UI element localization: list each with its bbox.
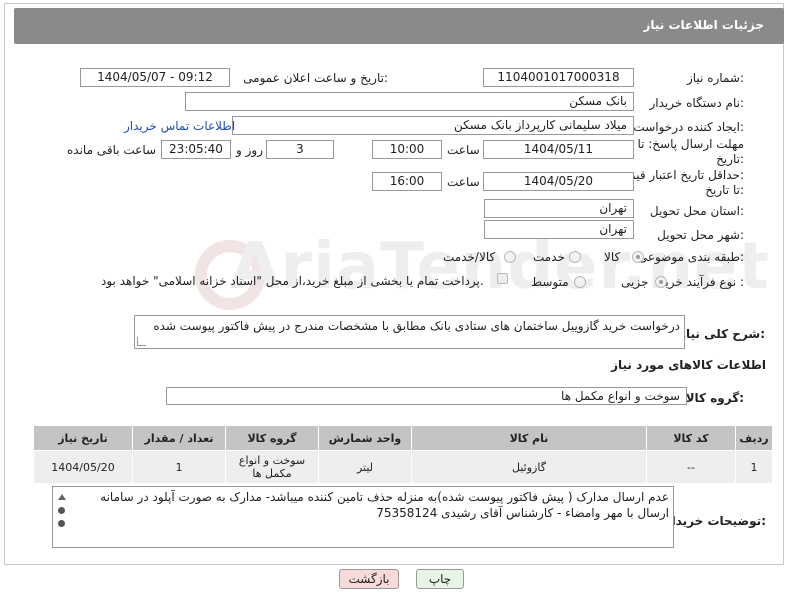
cell-unit: لیتر: [318, 450, 412, 484]
cell-name: گازوئیل: [411, 450, 647, 484]
validity-time-label: ساعت: [447, 175, 480, 189]
cell-date: 1404/05/20: [33, 450, 133, 484]
payment-note: پرداخت تمام یا بخشی از مبلغ خرید،از محل …: [101, 274, 484, 288]
col-group: گروه کالا: [225, 425, 319, 451]
day-count-field: 3: [266, 140, 334, 159]
cell-code: --: [646, 450, 736, 484]
scroll-up-icon[interactable]: [58, 494, 66, 500]
process-option-medium: متوسط: [531, 275, 569, 289]
remaining-label: ساعت باقی مانده: [67, 143, 157, 157]
announce-field: 1404/05/07 - 09:12: [80, 68, 230, 87]
category-radio-goods[interactable]: [632, 251, 644, 263]
cell-qty: 1: [132, 450, 226, 484]
province-label: استان محل تحویل:: [649, 204, 744, 218]
deadline-time-label: ساعت: [447, 143, 480, 157]
category-label: طبقه بندی موضوعی:: [637, 250, 744, 264]
category-option-goods-service: کالا/خدمت: [443, 250, 496, 264]
header-bar: جزئیات اطلاعات نیاز: [14, 8, 784, 44]
col-unit: واحد شمارش: [318, 425, 412, 451]
back-button[interactable]: بازگشت: [339, 569, 399, 589]
print-button[interactable]: چاپ: [416, 569, 464, 589]
validity-label-line1: حداقل تاریخ اعتبار قیمت:: [617, 168, 744, 182]
payment-checkbox[interactable]: [497, 273, 508, 284]
buyer-notes-label: توضیحات خریدار:: [664, 514, 766, 528]
resize-handle-icon[interactable]: [137, 337, 146, 346]
cell-group: سوخت و انواع مکمل ها: [225, 450, 319, 484]
cell-row: 1: [735, 450, 773, 484]
category-option-goods: کالا: [604, 250, 621, 264]
scroll-thumb-icon[interactable]: [58, 507, 65, 514]
category-radio-goods-service[interactable]: [504, 251, 516, 263]
goods-group-field: سوخت و انواع مکمل ها: [166, 387, 687, 405]
goods-table: ردیف کد کالا نام کالا واحد شمارش گروه کا…: [33, 425, 773, 484]
col-code: کد کالا: [646, 425, 736, 451]
category-radio-service[interactable]: [569, 251, 581, 263]
buyer-notes-text: عدم ارسال مدارک ( پیش فاکتور پیوست شده)ب…: [100, 490, 669, 520]
requester-label: ایجاد کننده درخواست:: [633, 120, 744, 134]
buyer-org-label: نام دستگاه خریدار:: [649, 96, 745, 110]
announce-label: تاریخ و ساعت اعلان عمومی:: [243, 71, 388, 85]
col-name: نام کالا: [411, 425, 647, 451]
description-text: درخواست خرید گازوییل ساختمان های ستادی ب…: [153, 319, 680, 333]
process-radio-medium[interactable]: [574, 276, 586, 288]
need-number-field: 1104001017000318: [483, 68, 634, 87]
description-textarea[interactable]: درخواست خرید گازوییل ساختمان های ستادی ب…: [134, 315, 685, 349]
city-label: شهر محل تحویل:: [657, 228, 744, 242]
table-row: 1 -- گازوئیل لیتر سوخت و انواع مکمل ها 1…: [33, 450, 773, 484]
buyer-contact-link[interactable]: اطلاعات تماس خریدار: [124, 119, 235, 133]
deadline-label-line2: تاریخ:: [716, 152, 744, 166]
process-label: نوع فرآیند خرید :: [659, 275, 744, 289]
description-label: شرح کلی نیاز:: [679, 327, 765, 341]
need-number-label: شماره نیاز:: [686, 71, 744, 85]
col-date: تاریخ نیاز: [33, 425, 133, 451]
day-and-label: روز و: [236, 143, 263, 157]
goods-group-label: گروه کالا:: [685, 391, 744, 405]
requester-field: میلاد سلیمانی کارپرداز بانک مسکن: [232, 116, 634, 135]
col-row: ردیف: [735, 425, 773, 451]
deadline-time-field: 10:00: [372, 140, 442, 159]
col-qty: تعداد / مقدار: [132, 425, 226, 451]
buyer-notes-textarea[interactable]: عدم ارسال مدارک ( پیش فاکتور پیوست شده)ب…: [52, 486, 674, 548]
deadline-date-field: 1404/05/11: [483, 140, 634, 159]
scroll-dot-icon[interactable]: [58, 520, 65, 527]
city-field: تهران: [484, 220, 634, 239]
province-field: تهران: [484, 199, 634, 218]
process-radio-minor[interactable]: [655, 276, 667, 288]
validity-time-field: 16:00: [372, 172, 442, 191]
validity-date-field: 1404/05/20: [483, 172, 634, 191]
process-option-minor: جزیی: [621, 275, 649, 289]
goods-table-header: ردیف کد کالا نام کالا واحد شمارش گروه کا…: [33, 425, 773, 451]
category-option-service: خدمت: [533, 250, 565, 264]
remaining-time-field: 23:05:40: [161, 140, 231, 159]
buyer-org-field: بانک مسکن: [185, 92, 634, 111]
deadline-label-line1: مهلت ارسال پاسخ: تا: [637, 137, 744, 151]
validity-label-line2: تا تاریخ:: [705, 183, 744, 197]
page-title: جزئیات اطلاعات نیاز: [643, 18, 764, 32]
goods-section-title: اطلاعات کالاهای مورد نیاز: [611, 358, 766, 372]
